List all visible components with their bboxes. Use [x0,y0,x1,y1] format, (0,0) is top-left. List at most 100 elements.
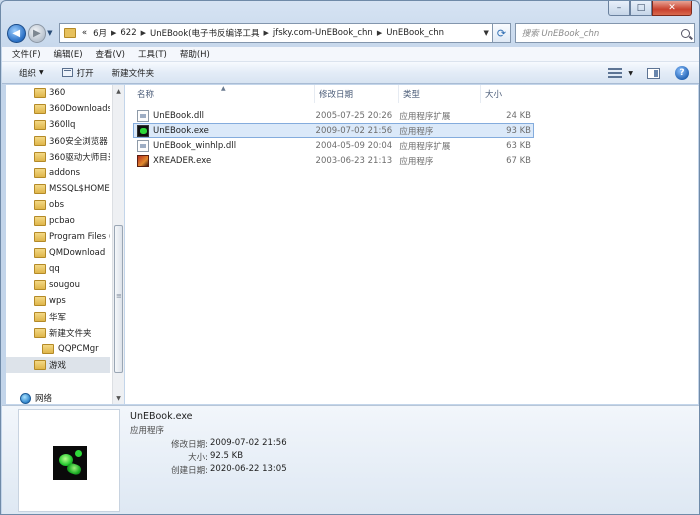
folder-icon [34,136,46,146]
change-view-icon[interactable] [608,68,623,78]
forward-button[interactable]: ▶ [27,23,47,43]
file-list-pane: 名称 修改日期 类型 大小 ▲ UnEBook.dll 2005-07-25 2… [125,85,698,404]
details-file-name: UnEBook.exe [130,411,193,422]
nav-folder-item[interactable]: addons [6,165,110,181]
open-label: 打开 [76,68,94,79]
exe-icon [137,124,149,137]
menu-file[interactable]: 文件(F) [12,48,41,60]
breadcrumb-item[interactable]: 622 [117,28,139,38]
window-caption-buttons: – □ ✕ [608,1,692,16]
file-size: 63 KB [506,140,531,151]
column-header-type[interactable]: 类型 [399,85,481,103]
file-name-cell: UnEBook.dll [134,108,316,123]
nav-folder-item[interactable]: QQPCMgr [6,341,110,357]
file-date: 2003-06-23 21:13 [315,155,393,166]
column-header-date[interactable]: 修改日期 [315,85,399,103]
breadcrumb-overflow[interactable]: « [79,28,90,38]
breadcrumb-separator-icon[interactable]: ▶ [140,29,147,37]
nav-folder-item[interactable]: 华军 [6,309,110,325]
nav-folder-item[interactable]: pcbao [6,213,110,229]
breadcrumb-item[interactable]: 6月 [90,27,110,39]
breadcrumb-item[interactable]: UnEBook_chn [383,28,447,38]
breadcrumb-item[interactable]: UnEBook(电子书反编译工具 [147,27,262,39]
search-input[interactable]: 搜索 UnEBook_chn [514,23,695,43]
folder-icon [34,232,46,242]
new-folder-label: 新建文件夹 [111,68,155,79]
breadcrumb-separator-icon[interactable]: ▶ [262,29,269,37]
maximize-button[interactable]: □ [630,1,652,16]
nav-folder-item[interactable]: 360安全浏览器 [6,133,110,149]
nav-folder-item[interactable]: qq [6,261,110,277]
file-size: 93 KB [506,125,531,136]
file-size: 67 KB [506,155,531,166]
help-icon[interactable]: ? [675,66,689,80]
file-type: 应用程序扩展 [399,111,451,122]
folder-icon [34,200,46,210]
file-row-selected[interactable]: UnEBook.exe 2009-07-02 21:56 应用程序 93 KB [133,123,534,138]
menu-help[interactable]: 帮助(H) [180,48,210,60]
folder-icon [34,120,46,130]
toolbar-right-group: ▼ ? [608,66,689,80]
breadcrumb-item[interactable]: jfsky.com-UnEBook_chn [270,28,376,38]
nav-folder-item[interactable]: 360 [6,85,110,101]
breadcrumb-separator-icon[interactable]: ▶ [376,29,383,37]
dll-icon [137,139,149,152]
nav-folder-item[interactable]: sougou [6,277,110,293]
file-name-cell: UnEBook_winhlp.dll [134,138,316,153]
file-row[interactable]: UnEBook.dll 2005-07-25 20:26 应用程序扩展 24 K… [133,108,534,123]
open-icon [61,68,73,77]
search-icon[interactable] [681,28,690,38]
view-dropdown-icon[interactable]: ▼ [628,70,633,77]
file-row[interactable]: XREADER.exe 2003-06-23 21:13 应用程序 67 KB [133,153,534,168]
nav-folder-item[interactable]: obs [6,197,110,213]
nav-folder-item[interactable]: 360Downloads [6,101,110,117]
file-type: 应用程序扩展 [399,141,451,152]
open-button[interactable]: 打开 [61,67,94,79]
new-folder-button[interactable]: 新建文件夹 [112,67,155,79]
minimize-button[interactable]: – [608,1,630,16]
nav-folder-item-selected[interactable]: 游戏 [6,357,110,373]
nav-folder-item[interactable]: 新建文件夹 [6,325,110,341]
address-dropdown-icon[interactable]: ▼ [480,29,492,37]
folder-icon [42,344,54,354]
nav-folder-item[interactable]: QMDownload [6,245,110,261]
command-toolbar: 组织 ▼ 打开 新建文件夹 ▼ ? [2,62,699,84]
file-name: XREADER.exe [153,155,212,166]
nav-network[interactable]: 网络 [6,390,110,404]
folder-icon [34,168,46,178]
nav-scrollbar[interactable]: ▲ ▼ [112,85,124,404]
menu-tools[interactable]: 工具(T) [138,48,167,60]
dll-icon [137,109,149,122]
nav-folder-item[interactable]: 360llq [6,117,110,133]
details-size-value: 92.5 KB [210,451,244,461]
address-bar[interactable]: « 6月 ▶ 622 ▶ UnEBook(电子书反编译工具 ▶ jfsky.co… [58,23,494,43]
file-row[interactable]: UnEBook_winhlp.dll 2004-05-09 20:04 应用程序… [133,138,534,153]
column-header-size[interactable]: 大小 [481,85,533,103]
file-size: 24 KB [506,110,531,121]
nav-folder-item[interactable]: Program Files ( [6,229,110,245]
menu-edit[interactable]: 编辑(E) [54,48,83,60]
file-name: UnEBook.dll [153,110,204,121]
details-modified-label: 修改日期: [171,440,208,450]
folder-icon [34,216,46,226]
nav-folder-item[interactable]: 360驱动大师目录 [6,149,110,165]
scroll-up-icon[interactable]: ▲ [113,85,124,97]
scroll-thumb[interactable] [114,225,123,373]
menu-view[interactable]: 查看(V) [96,48,125,60]
organize-button[interactable]: 组织 ▼ [19,67,44,79]
folder-icon [63,28,76,38]
history-dropdown-icon[interactable]: ▼ [47,29,56,37]
back-button[interactable]: ◀ [7,23,26,43]
xreader-icon [137,154,149,167]
details-size-label: 大小: [188,453,208,463]
close-button[interactable]: ✕ [652,1,692,16]
nav-folder-item[interactable]: MSSQL$HOME [6,181,110,197]
navigation-pane: 360 360Downloads 360llq 360安全浏览器 360驱动大师… [6,85,124,404]
scroll-down-icon[interactable]: ▼ [113,392,124,404]
refresh-button[interactable]: ⟳ [493,23,511,43]
folder-icon [34,328,46,338]
details-size: 大小: 92.5 KB [130,451,330,463]
preview-pane-icon[interactable] [647,67,660,79]
breadcrumb-separator-icon[interactable]: ▶ [110,29,117,37]
nav-folder-item[interactable]: wps [6,293,110,309]
